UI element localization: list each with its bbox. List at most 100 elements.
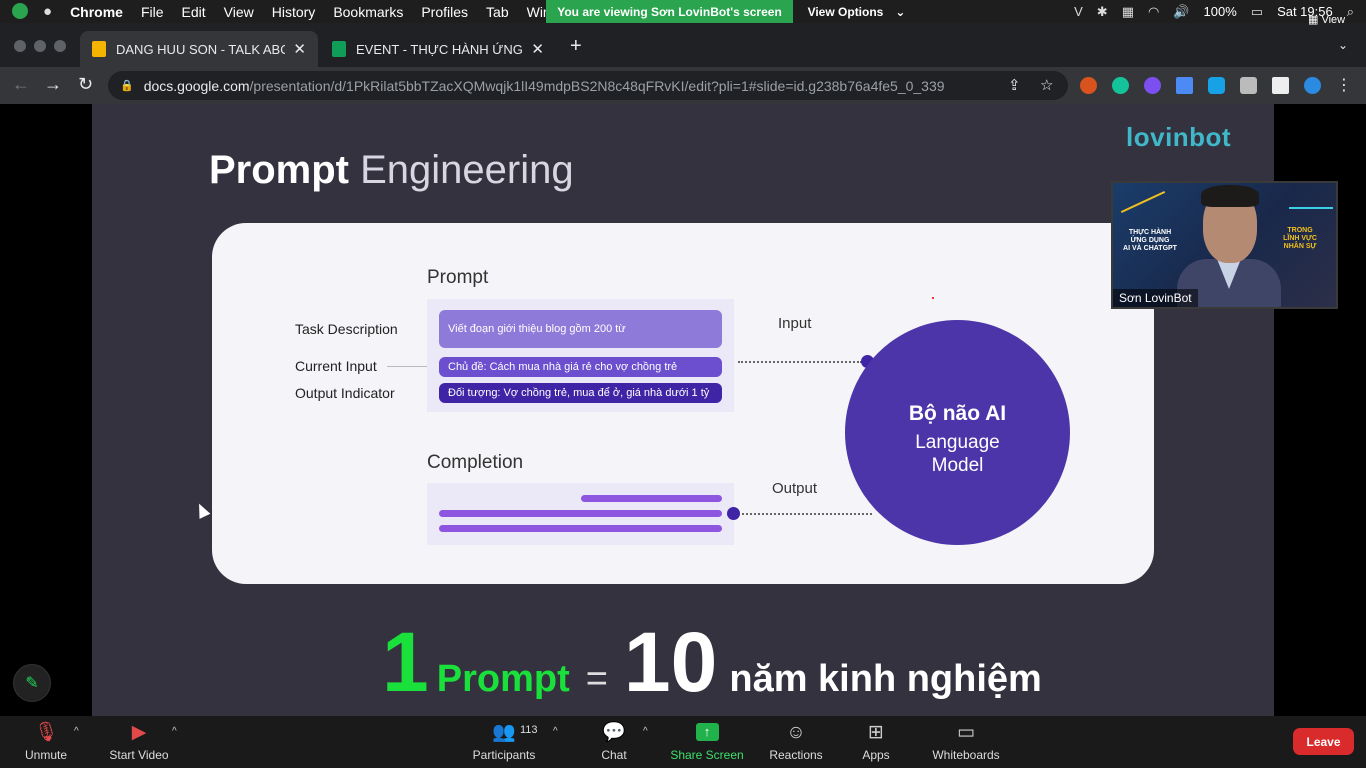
slide-tagline: 1 Prompt = 10 năm kinh nghiệm (382, 619, 1042, 705)
menu-history[interactable]: History (263, 4, 325, 20)
share-icon[interactable]: ⇪ (1008, 76, 1021, 94)
title-light: Engineering (360, 148, 574, 192)
tab-slides[interactable]: DANG HUU SON - TALK ABOU ✕ (80, 31, 318, 67)
keyboard-icon[interactable]: ▦ (1122, 4, 1134, 20)
video-right-text: TRONG LĨNH VỰC NHÂN SỰ (1283, 227, 1317, 250)
vectorworks-icon[interactable]: V (1074, 4, 1083, 19)
volume-icon[interactable]: 🔊 (1173, 4, 1189, 20)
tagline-equals: = (585, 658, 608, 700)
menu-app-chrome[interactable]: Chrome (61, 4, 132, 20)
reactions-label: Reactions (769, 748, 823, 762)
puzzle-ext-icon[interactable] (1144, 77, 1161, 94)
close-tab-icon[interactable]: ✕ (293, 40, 306, 58)
shield-icon[interactable] (12, 3, 28, 19)
pencil-icon[interactable]: ✎ (13, 664, 51, 702)
tab-strip: DANG HUU SON - TALK ABOU ✕ EVENT - THỰC … (0, 23, 1366, 67)
google-slides-icon (92, 41, 106, 57)
spotlight-search-icon[interactable]: ⌕ (1347, 4, 1354, 20)
completion-heading: Completion (427, 452, 524, 473)
unmute-label: Unmute (24, 748, 68, 762)
chat-button[interactable]: 💬 Chat (596, 716, 632, 768)
bookmark-star-icon[interactable]: ☆ (1040, 76, 1053, 94)
reactions-button[interactable]: ☺ Reactions (768, 716, 824, 768)
translate-ext-icon[interactable] (1208, 77, 1225, 94)
tagline-one: 1 (382, 615, 429, 709)
prompt-box: Viết đoạn giới thiệu blog gồm 200 từ Chủ… (427, 299, 734, 412)
view-options-button[interactable]: View Options ⌄ (795, 0, 918, 23)
bing-icon[interactable] (1304, 77, 1321, 94)
participants-caret-icon[interactable]: ^ (553, 726, 558, 737)
forward-arrow-icon[interactable]: → (44, 74, 62, 95)
decor-line (1289, 207, 1333, 209)
battery-percent[interactable]: 100% (1204, 4, 1237, 19)
chat-icon: 💬 (602, 722, 626, 743)
tab-search-icon[interactable]: ⌄ (1338, 38, 1348, 52)
whiteboards-button[interactable]: ▭ Whiteboards (930, 716, 1002, 768)
view-layout-button[interactable]: ▦ View (1308, 13, 1345, 26)
share-screen-button[interactable]: ↑ Share Screen (670, 716, 744, 768)
close-window-icon[interactable] (14, 40, 26, 52)
speaker-name: Sơn LovinBot (1113, 289, 1198, 307)
chrome-menu-icon[interactable]: ⋮ (1336, 75, 1352, 95)
docs-ext-icon[interactable] (1176, 77, 1193, 94)
speaker-video-tile[interactable]: THỰC HÀNH ỨNG DỤNG AI VÀ CHATGPT TRONG L… (1111, 181, 1338, 309)
brain-subtitle: Language Model (915, 432, 1000, 476)
extensions-icon[interactable] (1240, 77, 1257, 94)
address-bar[interactable]: 🔒 docs.google.com /presentation/d/1PkRil… (108, 71, 1068, 100)
chat-label: Chat (601, 748, 627, 762)
view-options-label: View Options (807, 4, 884, 19)
view-label: View (1321, 14, 1346, 26)
output-indicator-pill: Đối tượng: Vợ chồng trẻ, mua để ở, giá n… (439, 383, 722, 403)
whiteboard-icon: ▭ (957, 722, 975, 743)
lock-icon[interactable]: 🔒 (120, 79, 134, 92)
menu-view[interactable]: View (215, 4, 263, 20)
brain-title: Bộ não AI (908, 402, 1007, 425)
minimize-window-icon[interactable] (34, 40, 46, 52)
new-tab-button[interactable]: + (570, 35, 582, 58)
task-pill: Viết đoạn giới thiệu blog gồm 200 từ (439, 310, 722, 348)
tab-title: EVENT - THỰC HÀNH ỨNG DỤ (356, 41, 523, 57)
chevron-down-icon: ⌄ (895, 4, 906, 19)
grammarly-icon[interactable] (1112, 77, 1129, 94)
menu-edit[interactable]: Edit (173, 4, 215, 20)
ai-brain-circle: Bộ não AI Language Model (845, 320, 1070, 545)
unmute-button[interactable]: 🎙 Unmute (22, 716, 70, 768)
completion-bar (439, 510, 722, 517)
chat-caret-icon[interactable]: ^ (643, 726, 648, 737)
current-input-pill: Chủ đề: Cách mua nhà giá rẻ cho vợ chồng… (439, 357, 722, 377)
menu-file[interactable]: File (132, 4, 173, 20)
audio-options-caret-icon[interactable]: ^ (74, 726, 79, 737)
reload-icon[interactable]: ↻ (78, 74, 93, 95)
start-video-button[interactable]: ▶ Start Video (106, 716, 172, 768)
menu-tab[interactable]: Tab (477, 4, 518, 20)
completion-bar (581, 495, 722, 502)
slide-title: Prompt Engineering (209, 148, 574, 193)
output-dot (727, 507, 740, 520)
leave-button[interactable]: Leave (1293, 728, 1354, 755)
maximize-window-icon[interactable] (54, 40, 66, 52)
shared-screen: Prompt Engineering lovinbot Prompt Task … (0, 104, 1366, 716)
menu-profiles[interactable]: Profiles (412, 4, 477, 20)
menu-bookmarks[interactable]: Bookmarks (324, 4, 412, 20)
video-options-caret-icon[interactable]: ^ (172, 726, 177, 737)
sidepanel-icon[interactable] (1272, 77, 1289, 94)
tagline-rest: năm kinh nghiệm (729, 658, 1042, 700)
laser-dot (932, 297, 934, 299)
prompt-diagram-card: Prompt Task Description Current Input Ou… (212, 223, 1154, 584)
close-tab-icon[interactable]: ✕ (531, 40, 544, 58)
back-arrow-icon[interactable]: ← (12, 74, 30, 95)
tab-sheets[interactable]: EVENT - THỰC HÀNH ỨNG DỤ ✕ (320, 31, 556, 67)
bluetooth-icon[interactable]: ✱ (1097, 4, 1108, 20)
microphone-muted-icon: 🎙 (33, 722, 59, 743)
wifi-icon[interactable]: ◠ (1148, 4, 1159, 20)
battery-icon[interactable]: ▭ (1251, 4, 1263, 20)
participants-count: 113 (520, 724, 538, 736)
output-connector (742, 513, 872, 515)
participants-icon: 👥 (492, 722, 516, 743)
completion-box (427, 483, 734, 545)
tampermonkey-icon[interactable] (1080, 77, 1097, 94)
tagline-prompt: Prompt (436, 658, 570, 700)
apple-menu-icon[interactable]: ● (34, 3, 61, 20)
participants-label: Participants (472, 748, 536, 762)
apps-button[interactable]: ⊞ Apps (860, 716, 892, 768)
